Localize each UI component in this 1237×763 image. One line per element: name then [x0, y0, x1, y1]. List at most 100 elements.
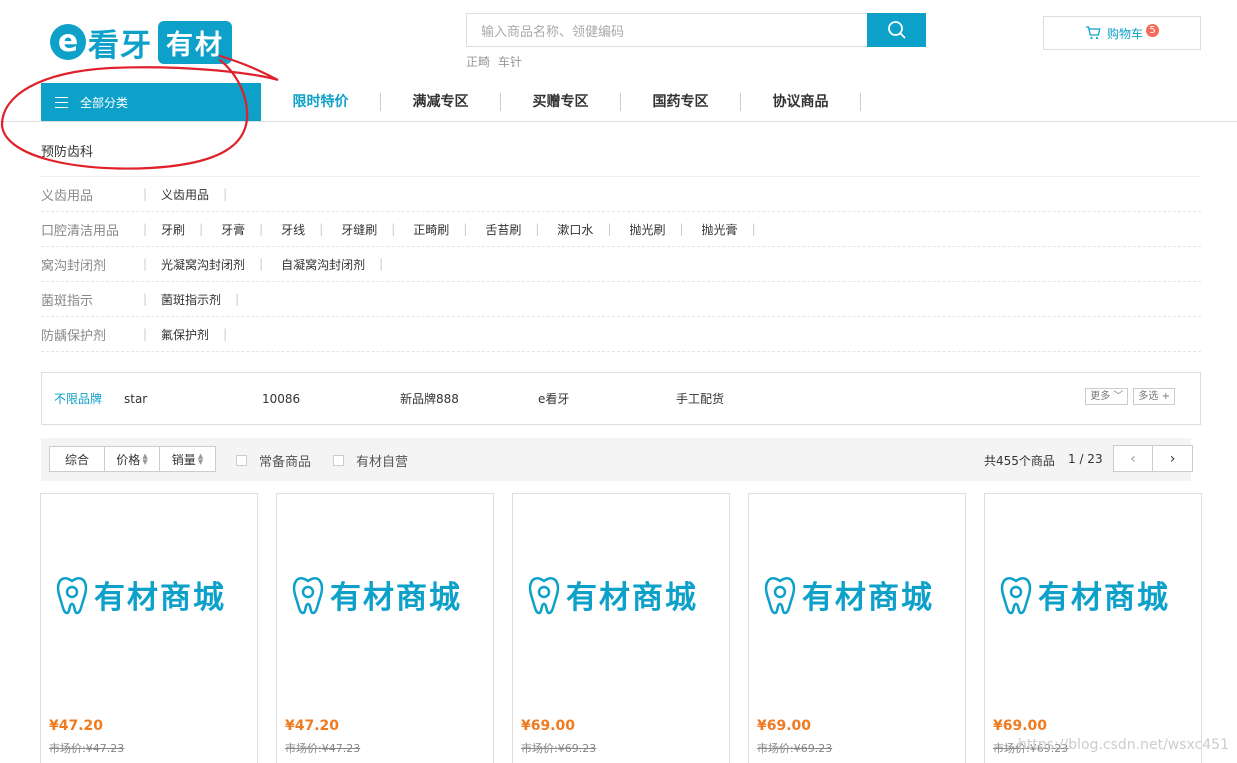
search-placeholder: 输入商品名称、领健编码 [481, 24, 625, 40]
brand-item[interactable]: 新品牌888 [400, 390, 538, 407]
cart-count-badge: 5 [1146, 23, 1159, 37]
site-logo[interactable]: e 看牙 有材 [50, 20, 232, 64]
brand-item[interactable]: 手工配货 [676, 390, 814, 407]
filter-option[interactable]: 舌苔刷 [485, 221, 521, 238]
search-button[interactable] [867, 13, 926, 47]
search-input[interactable]: 输入商品名称、领健编码 [466, 13, 867, 47]
sort-arrows-icon: ▲ ▼ [142, 452, 148, 466]
regular-goods-checkbox[interactable]: 常备商品 [236, 451, 311, 470]
product-price: ¥47.20 [285, 718, 340, 734]
filter-option[interactable]: 牙线 [281, 221, 305, 238]
filter-row: 防龋保护剂 | 氟保护剂 | [41, 317, 1201, 352]
product-price: ¥69.00 [757, 718, 812, 734]
product-image-text: 有材商城 [1038, 580, 1170, 616]
hot-word[interactable]: 正畸 [466, 55, 490, 69]
filter-option[interactable]: 牙缝刷 [341, 221, 377, 238]
product-price: ¥47.20 [49, 718, 104, 734]
total-count: 共455个商品 [984, 454, 1055, 468]
product-price: ¥69.00 [993, 718, 1048, 734]
nav-item-flash-sale[interactable]: 限时特价 [261, 93, 381, 111]
self-operated-checkbox[interactable]: 有材自营 [333, 451, 408, 470]
product-image: 有材商城 [998, 572, 1170, 617]
tooth-icon [56, 576, 88, 614]
prev-page-button[interactable]: ‹ [1113, 445, 1153, 472]
chevron-down-icon: ﹀ [1113, 391, 1124, 402]
filter-row: 菌斑指示 | 菌斑指示剂 | [41, 282, 1201, 317]
cart-button[interactable]: 购物车 5 [1043, 16, 1201, 50]
nav-item-gift[interactable]: 买赠专区 [501, 93, 621, 111]
checkbox-icon [236, 455, 247, 466]
all-categories-label: 全部分类 [80, 95, 129, 110]
next-page-button[interactable]: › [1153, 445, 1193, 472]
brand-filter: 不限品牌 star 10086 新品牌888 e看牙 手工配货 更多 ﹀ 多选 … [41, 372, 1201, 425]
category-title: 预防齿科 [41, 145, 94, 160]
sort-default-button[interactable]: 综合 [50, 447, 105, 471]
brand-item[interactable]: star [124, 392, 262, 406]
filter-option[interactable]: 光凝窝沟封闭剂 [161, 256, 245, 273]
filter-name: 窝沟封闭剂 [41, 258, 107, 274]
brand-item[interactable]: 10086 [262, 392, 400, 406]
brand-multi-button[interactable]: 多选 + [1133, 388, 1175, 405]
product-card[interactable]: 有材商城 ¥69.00 市场价:¥69.23 [748, 493, 966, 763]
nav-divider [0, 121, 1237, 122]
filter-option[interactable]: 漱口水 [557, 221, 593, 238]
filter-option[interactable]: 牙刷 [161, 221, 185, 238]
cart-icon [1085, 26, 1101, 40]
hot-word[interactable]: 车针 [498, 55, 522, 69]
sort-sales-button[interactable]: 销量 ▲ ▼ [160, 447, 215, 471]
brand-item[interactable]: e看牙 [538, 390, 676, 407]
tooth-icon [1000, 576, 1032, 614]
filter-name: 防龋保护剂 [41, 328, 107, 344]
brand-all[interactable]: 不限品牌 [54, 390, 124, 407]
watermark: https://blog.csdn.net/wsxc451 [1018, 737, 1229, 753]
plus-icon: + [1161, 391, 1170, 402]
product-market-price: 市场价:¥47.23 [49, 742, 125, 755]
tooth-icon [528, 576, 560, 614]
product-image: 有材商城 [290, 572, 462, 617]
sort-price-button[interactable]: 价格 ▲ ▼ [105, 447, 160, 471]
checkbox-icon [333, 455, 344, 466]
main-nav: 限时特价 满减专区 买赠专区 国药专区 协议商品 [261, 83, 861, 121]
product-market-price: 市场价:¥69.23 [521, 742, 597, 755]
filter-option[interactable]: 抛光膏 [702, 221, 738, 238]
tooth-icon [292, 576, 324, 614]
menu-icon [55, 96, 68, 108]
product-card[interactable]: 有材商城 ¥47.20 市场价:¥47.23 [276, 493, 494, 763]
brand-more-button[interactable]: 更多 ﹀ [1085, 388, 1129, 405]
nav-item-agreement[interactable]: 协议商品 [741, 93, 861, 111]
product-card[interactable]: 有材商城 ¥69.00 市场价:¥69.23 [984, 493, 1202, 763]
product-market-price: 市场价:¥47.23 [285, 742, 361, 755]
filter-option[interactable]: 抛光刷 [629, 221, 665, 238]
product-card[interactable]: 有材商城 ¥69.00 市场价:¥69.23 [512, 493, 730, 763]
filter-row: 口腔清洁用品 | 牙刷 | 牙膏 | 牙线 | 牙缝刷 | 正畸刷 | 舌苔刷 | 漱口水 |… [41, 212, 1201, 247]
hot-words: 正畸 车针 [466, 53, 526, 70]
filter-option[interactable]: 菌斑指示剂 [161, 291, 221, 308]
filter-name: 口腔清洁用品 [41, 223, 120, 239]
page-indicator: 1 / 23 [1068, 452, 1103, 466]
nav-item-sinopharm[interactable]: 国药专区 [621, 93, 741, 111]
pager: ‹ › [1113, 445, 1193, 472]
sort-bar: 综合 价格 ▲ ▼ 销量 ▲ ▼ 常备商品 有材自营 共455个商品 1 / 23 ‹ … [41, 438, 1193, 481]
search-icon [887, 21, 906, 39]
filter-option[interactable]: 牙膏 [221, 221, 245, 238]
logo-kanya-text: 看牙 [88, 27, 152, 64]
filter-option[interactable]: 自凝窝沟封闭剂 [281, 256, 365, 273]
product-image-text: 有材商城 [94, 580, 226, 616]
logo-youcai-badge: 有材 [158, 20, 232, 64]
product-image: 有材商城 [526, 572, 698, 617]
product-card[interactable]: 有材商城 ¥47.20 市场价:¥47.23 [40, 493, 258, 763]
filter-option[interactable]: 正畸刷 [413, 221, 449, 238]
filter-name: 菌斑指示 [41, 293, 94, 309]
filter-row: 窝沟封闭剂 | 光凝窝沟封闭剂 | 自凝窝沟封闭剂 | [41, 247, 1201, 282]
filter-row: 义齿用品 | 义齿用品 | [41, 177, 1201, 212]
product-image-text: 有材商城 [566, 580, 698, 616]
nav-item-discount[interactable]: 满减专区 [381, 93, 501, 111]
product-image-text: 有材商城 [802, 580, 934, 616]
product-image-text: 有材商城 [330, 580, 462, 616]
product-price: ¥69.00 [521, 718, 576, 734]
brand-buttons: 更多 ﹀ 多选 + [1085, 388, 1175, 405]
filter-option[interactable]: 义齿用品 [161, 186, 209, 203]
filter-option[interactable]: 氟保护剂 [161, 326, 209, 343]
all-categories-button[interactable]: 全部分类 [41, 83, 261, 121]
product-image: 有材商城 [54, 572, 226, 617]
